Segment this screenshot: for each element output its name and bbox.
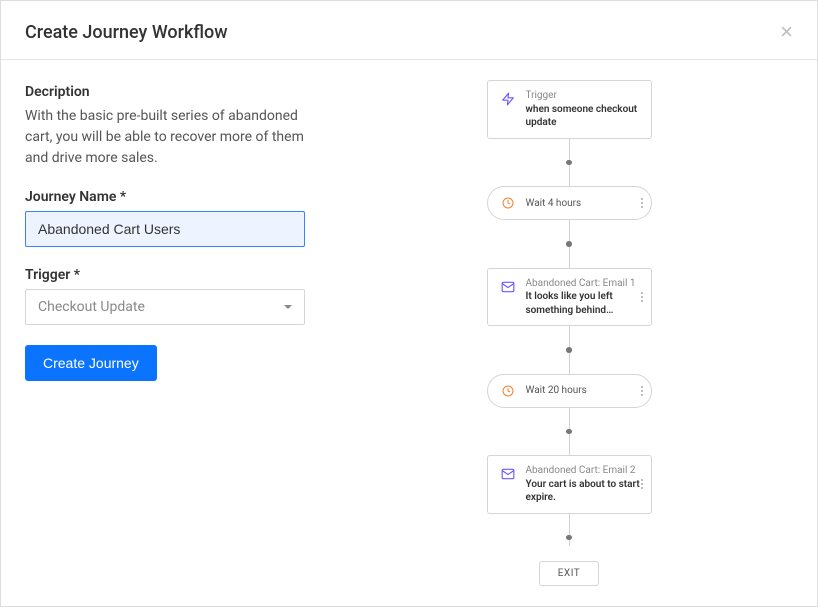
- flow-connector-dot: [566, 347, 572, 353]
- clock-icon: [498, 381, 518, 401]
- journey-name-label: Journey Name *: [25, 189, 317, 205]
- flow-node-email-1[interactable]: Abandoned Cart: Email 1 It looks like yo…: [487, 268, 652, 327]
- more-icon[interactable]: [641, 292, 643, 302]
- chevron-down-icon: [284, 305, 292, 309]
- modal-body: Decription With the basic pre-built seri…: [1, 60, 817, 606]
- create-journey-modal: Create Journey Workflow × Decription Wit…: [0, 0, 818, 607]
- email-1-subtitle: It looks like you left something behind…: [526, 290, 641, 317]
- more-icon[interactable]: [641, 479, 643, 489]
- email-1-title: Abandoned Cart: Email 1: [526, 277, 641, 291]
- flow-connector-dot: [566, 535, 572, 541]
- wait-1-text: Wait 4 hours: [526, 198, 641, 209]
- description-text: With the basic pre-built series of aband…: [25, 106, 317, 169]
- modal-title: Create Journey Workflow: [25, 22, 228, 43]
- flow-connector-dot: [566, 160, 572, 166]
- close-button[interactable]: ×: [780, 21, 793, 43]
- description-group: Decription With the basic pre-built seri…: [25, 84, 317, 169]
- flow-container: Trigger when someone checkout update: [361, 80, 777, 586]
- wait-2-text: Wait 20 hours: [526, 385, 641, 396]
- trigger-label: Trigger *: [25, 267, 317, 283]
- modal-header: Create Journey Workflow ×: [1, 1, 817, 60]
- more-icon[interactable]: [641, 386, 643, 396]
- close-icon: ×: [780, 19, 793, 44]
- trigger-node-title: Trigger: [526, 89, 641, 103]
- journey-name-group: Journey Name *: [25, 189, 317, 247]
- flow-node-wait-1[interactable]: Wait 4 hours: [487, 186, 652, 220]
- flow-connector-dot: [566, 429, 572, 435]
- lightning-icon: [498, 89, 518, 109]
- journey-name-input[interactable]: [25, 211, 305, 247]
- trigger-node-subtitle: when someone checkout update: [526, 103, 641, 130]
- description-label: Decription: [25, 84, 317, 100]
- flow-node-trigger[interactable]: Trigger when someone checkout update: [487, 80, 652, 139]
- trigger-dropdown[interactable]: Checkout Update: [25, 289, 305, 325]
- trigger-dropdown-value: Checkout Update: [38, 299, 145, 315]
- clock-icon: [498, 193, 518, 213]
- mail-icon: [498, 464, 518, 484]
- form-panel: Decription With the basic pre-built seri…: [1, 60, 341, 606]
- flow-connector-dot: [566, 241, 572, 247]
- email-2-subtitle: Your cart is about to start expire.: [526, 478, 641, 505]
- flow-node-email-2[interactable]: Abandoned Cart: Email 2 Your cart is abo…: [487, 455, 652, 514]
- flow-node-wait-2[interactable]: Wait 20 hours: [487, 374, 652, 408]
- create-journey-button[interactable]: Create Journey: [25, 345, 157, 381]
- flow-node-exit[interactable]: EXIT: [539, 561, 599, 586]
- mail-icon: [498, 277, 518, 297]
- more-icon[interactable]: [641, 198, 643, 208]
- trigger-group: Trigger * Checkout Update: [25, 267, 317, 325]
- flow-panel: Trigger when someone checkout update: [341, 60, 817, 606]
- email-2-title: Abandoned Cart: Email 2: [526, 464, 641, 478]
